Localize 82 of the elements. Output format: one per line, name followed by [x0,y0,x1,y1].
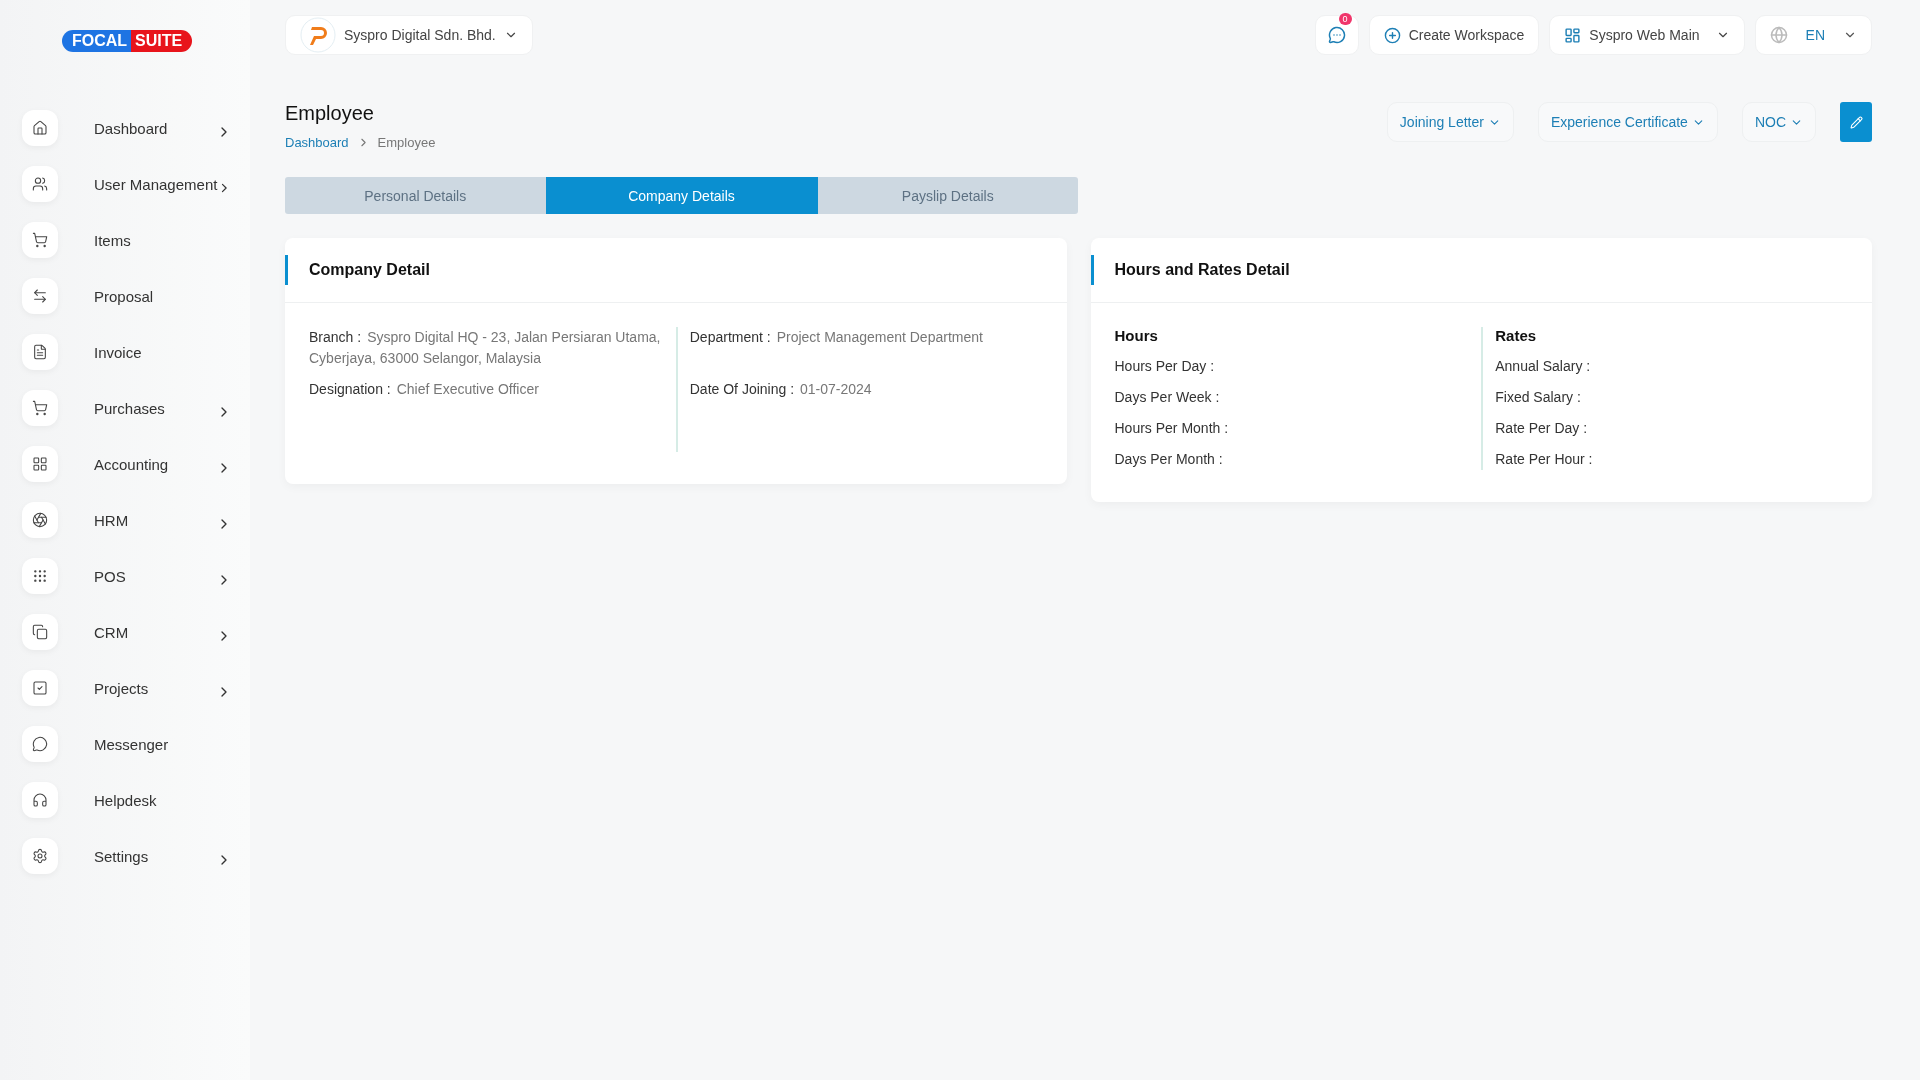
sidebar-item[interactable]: User Management [22,166,232,202]
breadcrumb-current: Employee [377,135,436,150]
document-dropdown[interactable]: Experience Certificate [1537,102,1718,142]
page-title: Employee [285,102,375,125]
grid-icon [22,446,58,482]
sidebar-item[interactable]: Invoice [22,334,232,370]
sidebar-item-label: CRM [94,623,130,641]
home-icon [22,110,58,146]
breadcrumb-link[interactable]: Dashboard [285,135,349,150]
copy-icon [22,614,58,650]
company-logo-icon [300,17,336,53]
section-heading: Hours [1114,327,1159,344]
detail-field: Branch : Syspro Digital HQ - 23, Jalan Persiaran Utama, Cyberjaya, 63000 Selangor, Malaysia [309,327,676,369]
notification-badge: 0 [1338,13,1352,25]
swap-icon [22,278,58,314]
field-label: Hours Per Day : [1114,357,1216,376]
sidebar-item-label: User Management [94,175,218,193]
field-label: Days Per Week : [1114,388,1221,407]
chat-icon [1327,26,1346,44]
sidebar-item[interactable]: Projects [22,670,232,706]
document-icon [22,334,58,370]
pencil-icon [1849,115,1863,129]
company-selector[interactable]: Syspro Digital Sdn. Bhd. [285,15,533,55]
cart-icon [22,222,58,258]
sidebar-item[interactable]: Accounting [22,446,232,482]
tab[interactable]: Company Details [545,177,818,214]
sidebar-item-label: HRM [94,511,130,529]
field-label: Days Per Month : [1114,450,1224,469]
document-dropdown[interactable]: NOC [1741,102,1816,142]
sidebar-item-label: Projects [94,679,150,697]
sidebar-item-label: Dashboard [94,119,169,137]
section-heading: Rates [1495,327,1538,344]
grid-icon [1564,26,1582,44]
sidebar-item[interactable]: Dashboard [22,110,232,146]
sidebar-item-label: Purchases [94,399,166,417]
field-label: Rate Per Hour : [1495,450,1594,469]
sidebar-item-label: Items [94,231,132,249]
checkbox-icon [22,670,58,706]
create-workspace-button[interactable]: Create Workspace [1368,15,1540,55]
messages-button[interactable]: 0 [1314,15,1359,55]
document-dropdown[interactable]: Joining Letter [1386,102,1514,142]
field-label: Rate Per Day : [1495,419,1589,438]
sidebar-item-label: Messenger [94,735,170,753]
detail-field: Date Of Joining : 01-07-2024 [689,379,1043,400]
sidebar-item[interactable]: POS [22,558,232,594]
logo-text: SUITE [131,30,193,52]
globe-icon [1769,26,1788,44]
logo-text: FOCAL [62,30,132,52]
users-icon [22,166,58,202]
field-label: Hours Per Month : [1114,419,1230,438]
chat-icon [22,726,58,762]
sidebar-item[interactable]: Purchases [22,390,232,426]
card-title: Company Detail [285,255,1067,285]
sidebar-item-label: Proposal [94,287,155,305]
sidebar-item[interactable]: Messenger [22,726,232,762]
sidebar-item[interactable]: CRM [22,614,232,650]
aperture-icon [22,502,58,538]
dots-grid-icon [22,558,58,594]
settings-icon [22,838,58,874]
sidebar-item[interactable]: Settings [22,838,232,874]
sidebar-item-label: Helpdesk [94,791,158,809]
sidebar-item[interactable]: Items [22,222,232,258]
card-title: Hours and Rates Detail [1090,255,1872,285]
sidebar-item-label: POS [94,567,127,585]
sidebar-item-label: Settings [94,847,150,865]
cart-icon [22,390,58,426]
detail-field: Department : Project Management Department [689,327,1043,348]
tab[interactable]: Payslip Details [817,177,1078,214]
field-label: Annual Salary : [1495,357,1592,376]
workspace-selector[interactable]: Syspro Web Main [1549,15,1745,55]
sidebar-item[interactable]: HRM [22,502,232,538]
tab[interactable]: Personal Details [285,177,546,214]
plus-circle-icon [1383,26,1401,44]
detail-field: Designation : Chief Executive Officer [309,379,676,400]
field-label: Fixed Salary : [1495,388,1582,407]
edit-button[interactable] [1840,102,1872,142]
sidebar-item-label: Invoice [94,343,143,361]
sidebar-item-label: Accounting [94,455,170,473]
sidebar-item[interactable]: Helpdesk [22,782,232,818]
language-selector[interactable]: EN [1754,15,1872,55]
sidebar-item[interactable]: Proposal [22,278,232,314]
headphones-icon [22,782,58,818]
